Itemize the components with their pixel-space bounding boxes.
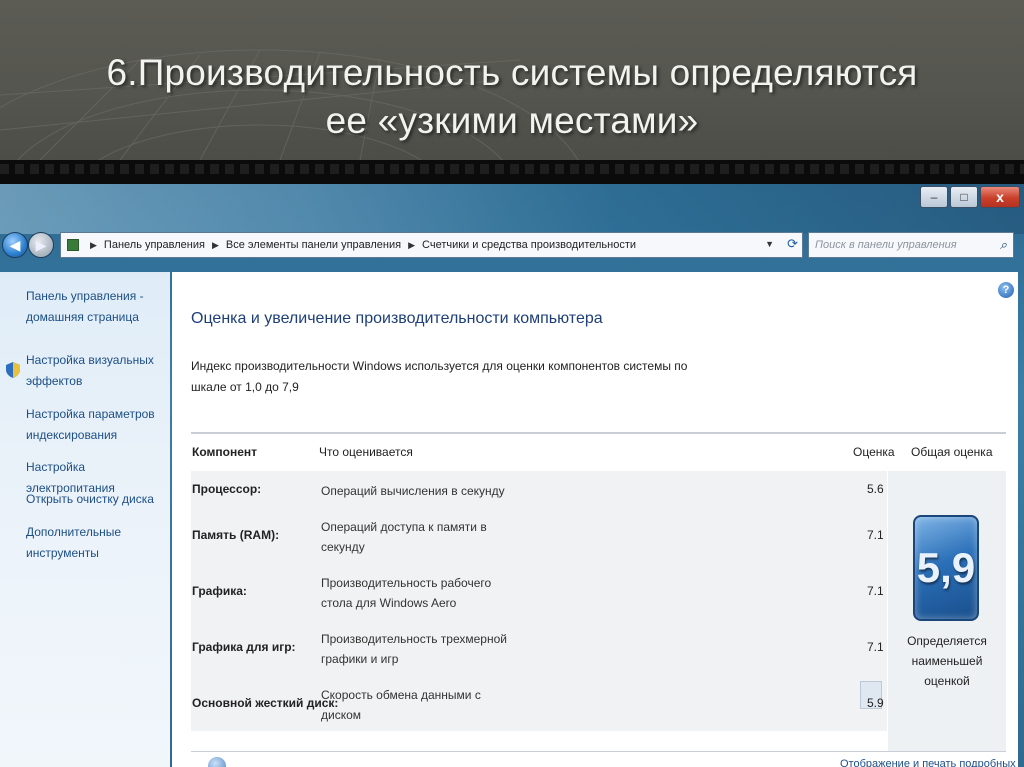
search-input[interactable]: Поиск в панели управления ⌕	[808, 232, 1014, 258]
forward-button[interactable]: ▶	[28, 232, 54, 258]
breadcrumb-separator-icon: ▶	[408, 239, 416, 250]
sidebar-item-disk-cleanup[interactable]: Открыть очистку диска	[26, 489, 166, 510]
maximize-button[interactable]: □	[950, 186, 978, 208]
shield-icon	[6, 362, 20, 378]
slide-header: 6.Производительность системы определяютс…	[0, 0, 1024, 160]
table-row: Графика: Производительность рабочего сто…	[191, 563, 887, 619]
arrow-right-icon: ▶	[35, 236, 47, 253]
film-strip-holes	[0, 164, 1024, 174]
overall-score-badge: 5,9	[913, 515, 979, 621]
component-score: 7.1	[867, 640, 884, 654]
column-header-what: Что оценивается	[319, 445, 413, 459]
page-description: Индекс производительности Windows исполь…	[191, 359, 688, 394]
overall-score-column: 5,9 Определяется наименьшей оценкой	[888, 471, 1006, 751]
table-row: Память (RAM): Операций доступа к памяти …	[191, 507, 887, 563]
film-strip-divider	[0, 160, 1024, 184]
page-title: Оценка и увеличение производительности к…	[191, 310, 603, 327]
breadcrumb-item[interactable]: Счетчики и средства производительности	[422, 239, 636, 251]
column-header-overall: Общая оценка	[911, 445, 993, 459]
component-description: Производительность рабочего стола для Wi…	[321, 576, 492, 610]
component-name: Память (RAM):	[192, 528, 280, 542]
control-panel-window: – □ x ◀ ▶ ▶ Панель управления ▶ Все элем…	[0, 184, 1024, 767]
slide-title-line-2: ее «узкими местами»	[325, 100, 699, 141]
breadcrumb-item[interactable]: Панель управления	[104, 239, 205, 251]
search-placeholder: Поиск в панели управления	[815, 239, 957, 251]
score-table: Процессор: Операций вычисления в секунду…	[191, 471, 1006, 751]
search-icon[interactable]: ⌕	[1000, 237, 1007, 253]
sidebar-item-visual-effects[interactable]: Настройка визуальных эффектов	[26, 350, 166, 392]
component-score: 7.1	[867, 584, 884, 598]
overall-score-note: Определяется наименьшей оценкой	[907, 634, 987, 688]
component-score: 7.1	[867, 528, 884, 542]
sidebar-item-indexing[interactable]: Настройка параметров индексирования	[26, 404, 166, 446]
overall-score-value: 5,9	[916, 544, 976, 591]
minimize-button[interactable]: –	[920, 186, 948, 208]
breadcrumb-separator-icon: ▶	[211, 239, 219, 250]
component-name: Основной жесткий диск:	[192, 696, 339, 710]
divider	[191, 432, 1006, 434]
sidebar: Панель управления - домашняя страница На…	[0, 272, 170, 767]
table-row: Основной жесткий диск: Скорость обмена д…	[191, 675, 887, 731]
window-frame	[0, 184, 1024, 234]
component-description: Производительность трехмерной графики и …	[321, 632, 507, 666]
back-button[interactable]: ◀	[2, 232, 28, 258]
slide-title-line-1: 6.Производительность системы определяютс…	[106, 52, 918, 93]
component-description: Операций вычисления в секунду	[321, 484, 505, 498]
arrow-left-icon: ◀	[9, 236, 21, 253]
main-content: ? Оценка и увеличение производительности…	[172, 272, 1018, 767]
component-score: 5.9	[867, 696, 884, 710]
info-icon	[208, 757, 226, 767]
component-description: Скорость обмена данными с диском	[321, 688, 481, 722]
component-score: 5.6	[867, 482, 884, 496]
navigation-bar: ◀ ▶ ▶ Панель управления ▶ Все элементы п…	[0, 228, 1024, 268]
component-name: Процессор:	[192, 482, 262, 496]
table-header: Компонент Что оценивается Оценка Общая о…	[191, 435, 1006, 471]
sidebar-item-advanced-tools[interactable]: Дополнительные инструменты	[26, 522, 166, 564]
column-header-score: Оценка	[853, 445, 895, 459]
breadcrumb-item[interactable]: Все элементы панели управления	[226, 239, 401, 251]
column-header-component: Компонент	[192, 445, 257, 459]
window-controls: – □ x	[918, 186, 1020, 208]
component-name: Графика:	[192, 584, 247, 598]
breadcrumb-separator-icon: ▶	[90, 239, 97, 250]
table-row: Графика для игр: Производительность трех…	[191, 619, 887, 675]
sidebar-item-home[interactable]: Панель управления - домашняя страница	[26, 286, 166, 328]
print-details-link[interactable]: Отображение и печать подробных	[840, 758, 1016, 767]
divider	[191, 751, 1006, 752]
close-button[interactable]: x	[980, 186, 1020, 208]
chevron-down-icon[interactable]: ▼	[765, 239, 774, 249]
refresh-icon[interactable]: ⟳	[787, 236, 798, 252]
component-name: Графика для игр:	[192, 640, 296, 654]
address-bar[interactable]: ▶ Панель управления ▶ Все элементы панел…	[60, 232, 803, 258]
component-description: Операций доступа к памяти в секунду	[321, 520, 487, 554]
help-icon[interactable]: ?	[998, 282, 1014, 298]
control-panel-icon	[67, 239, 79, 251]
